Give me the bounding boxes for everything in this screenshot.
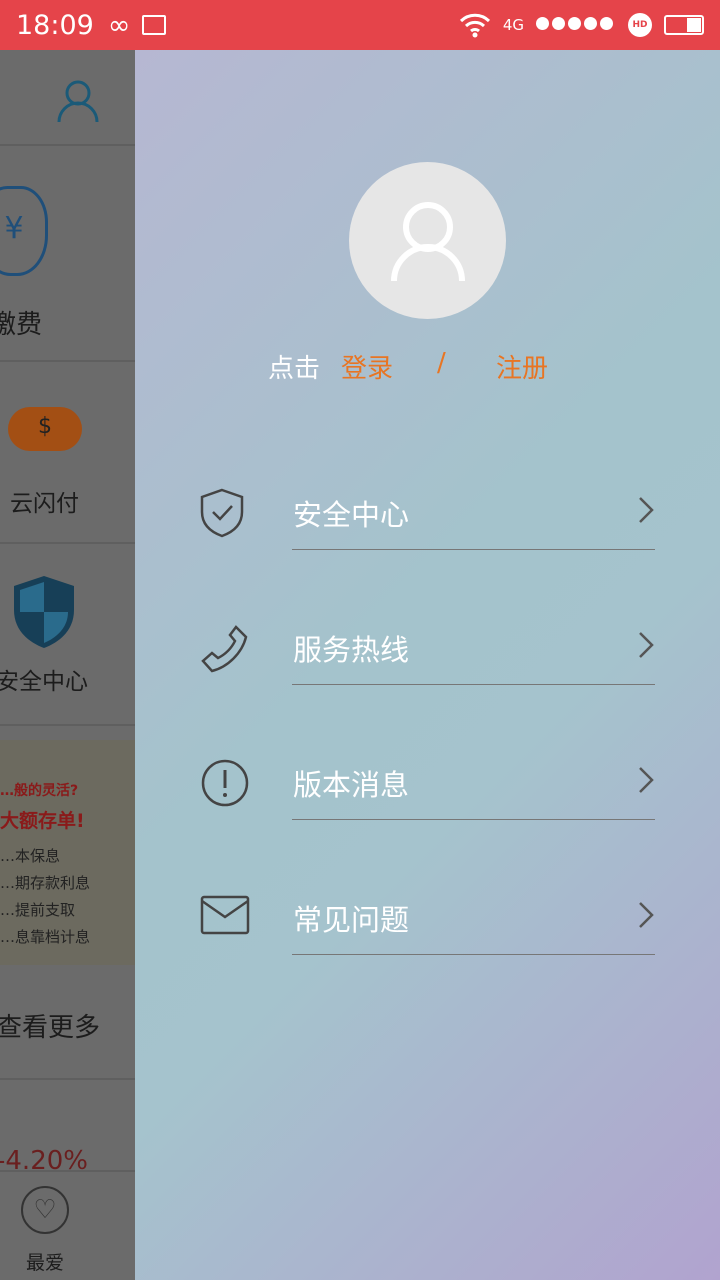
battery-icon <box>664 15 704 35</box>
chevron-right-icon <box>639 902 654 928</box>
user-icon <box>390 201 465 281</box>
login-link[interactable]: 登录 <box>341 348 393 385</box>
menu-version-info[interactable]: 版本消息 <box>195 750 655 820</box>
menu-security-center[interactable]: 安全中心 <box>195 480 655 550</box>
item-cloud-pay[interactable]: $ 云闪付 <box>0 362 135 544</box>
network-type: 4G <box>502 16 524 34</box>
chevron-right-icon <box>639 767 654 793</box>
tab-favorites[interactable]: ♡ 最爱 <box>0 1170 135 1280</box>
cloud-icon: $ <box>8 407 82 451</box>
clock: 18:09 <box>16 9 94 41</box>
mail-icon <box>200 895 250 935</box>
infinity-icon: ∞ <box>107 9 131 41</box>
chevron-right-icon <box>639 497 654 523</box>
phone-icon <box>201 625 248 673</box>
avatar[interactable] <box>349 162 506 319</box>
chevron-right-icon <box>639 632 654 658</box>
shield-icon <box>14 576 74 648</box>
info-icon <box>201 759 249 807</box>
menu-service-hotline[interactable]: 服务热线 <box>195 615 655 685</box>
heart-icon: ♡ <box>21 1186 69 1234</box>
status-bar: 18:09 ∞ 4G HD <box>0 0 720 50</box>
deposit-ad-banner[interactable]: …般的灵活? 大额存单! …本保息 …期存款利息 …提前支取 …息靠档计息 <box>0 740 135 965</box>
wifi-icon <box>459 13 490 38</box>
shield-check-icon <box>200 488 244 538</box>
see-more[interactable]: 查看更多 <box>0 985 135 1080</box>
money-bag-icon: ¥ <box>0 186 48 276</box>
side-drawer: 点击 登录 / 注册 安全中心 服务热线 版本消息 常见问题 <box>135 50 720 1280</box>
item-security[interactable]: 安全中心 <box>0 544 135 726</box>
item-pay[interactable]: ¥ 缴费 <box>0 146 135 362</box>
background-page: ¥ 缴费 $ 云闪付 安全中心 …般的灵活? 大额存单! …本保息 …期存款利息… <box>0 50 135 1280</box>
menu-faq[interactable]: 常见问题 <box>195 885 655 955</box>
hd-icon: HD <box>628 13 652 37</box>
image-icon <box>142 15 167 35</box>
signal-icon <box>536 16 616 34</box>
register-link[interactable]: 注册 <box>496 348 548 385</box>
